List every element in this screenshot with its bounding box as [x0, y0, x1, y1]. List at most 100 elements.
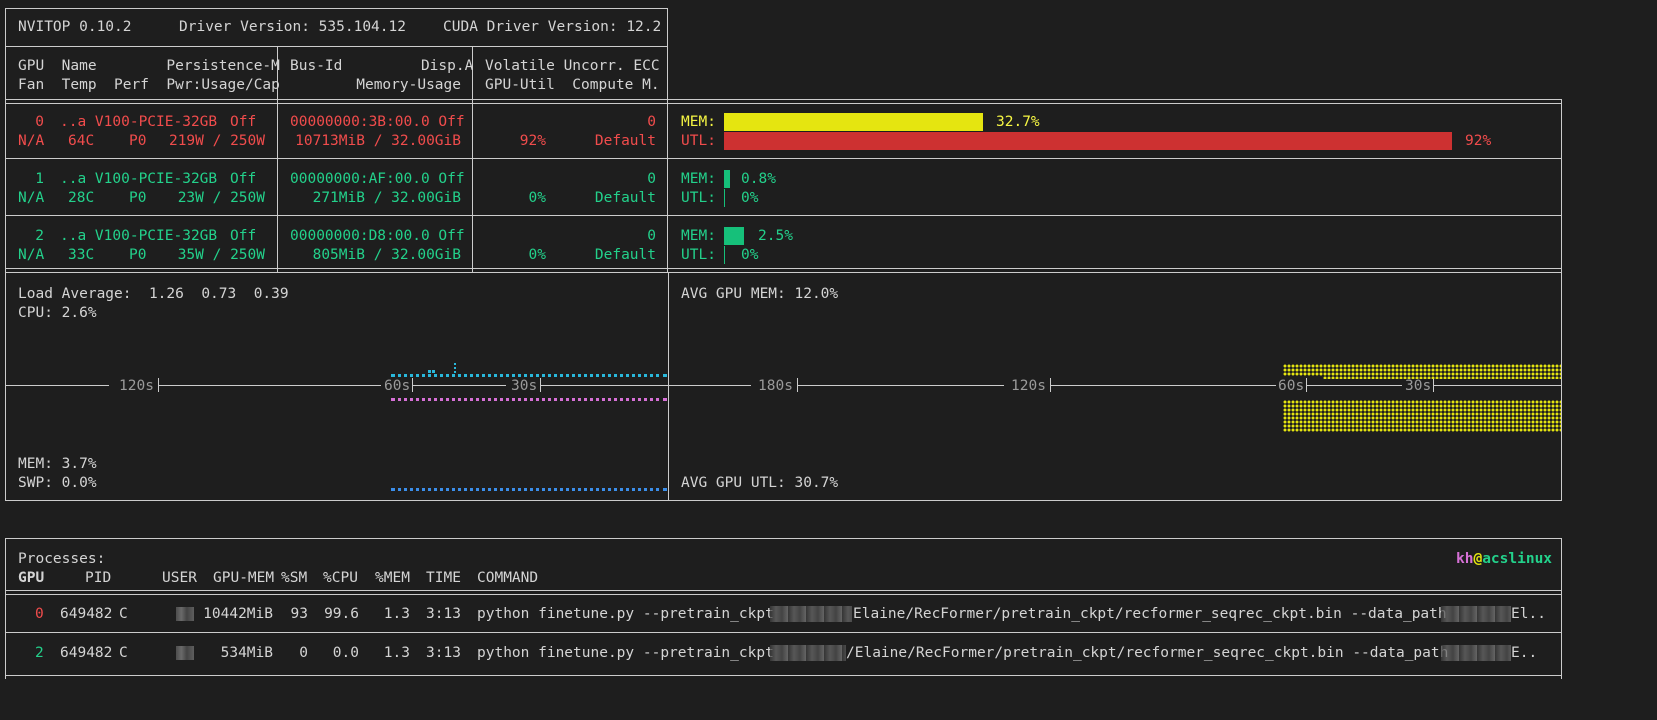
user-host: kh@acslinux: [1456, 549, 1552, 569]
gpu-memory-usage: 10713MiB / 32.00GiB: [295, 133, 461, 149]
avg-gpu-utl: AVG GPU UTL: 30.7%: [681, 475, 839, 491]
gpu-name: ..a V100-PCIE-32GB: [60, 114, 218, 130]
proc-gpu: 0: [35, 606, 44, 622]
proc-command-args: /Elaine/RecFormer/pretrain_ckpt/recforme…: [846, 645, 1449, 661]
host-mem-percent: MEM: 3.7%: [18, 456, 97, 472]
proc-pid: 649482: [60, 606, 113, 622]
gpu-tick-60s: 60s: [1278, 378, 1305, 394]
gpu-ecc: 0: [647, 114, 656, 130]
mem-history-line: [391, 398, 667, 401]
gpu-axis: [669, 385, 751, 386]
proc-bottom-border: [5, 675, 1562, 676]
gpu-compute-mode: Default: [594, 190, 656, 206]
gpu-utl-history: [1283, 400, 1561, 432]
axis-tick: [158, 378, 159, 392]
mem-bar-label: MEM:: [681, 228, 716, 244]
load-average: Load Average: 1.26 0.73 0.39: [18, 286, 289, 302]
proc-header-divider: [5, 590, 1562, 595]
host-tick-120s: 120s: [119, 378, 154, 394]
gpu-axis: [1307, 385, 1402, 386]
redacted-user: [176, 646, 194, 660]
cuda-version: CUDA Driver Version: 12.2: [443, 19, 662, 35]
proc-right-border: [1561, 538, 1562, 679]
cpu-percent: CPU: 2.6%: [18, 305, 97, 321]
mem-bar-label: MEM:: [681, 171, 716, 187]
user-name: kh: [1456, 551, 1474, 567]
redacted-path: [1441, 645, 1511, 661]
gpu-axis: [1051, 385, 1276, 386]
proc-command-tail: E..: [1511, 645, 1538, 661]
proc-header-gpu: GPU: [18, 570, 45, 586]
host-tick-30s: 30s: [511, 378, 538, 394]
gpu-id: 0: [35, 114, 44, 130]
gpu-id: 1: [35, 171, 44, 187]
gpu-compute-mode: Default: [594, 133, 656, 149]
left-border: [5, 8, 6, 272]
gpu-persistence: Off: [230, 171, 257, 187]
driver-version: Driver Version: 535.104.12: [179, 19, 406, 35]
utl-bar: [724, 132, 1452, 150]
col-header-bus: Bus-Id Disp.A: [290, 58, 474, 74]
proc-mem: 1.3: [383, 645, 410, 661]
host-axis: [541, 385, 668, 386]
host-name: acslinux: [1482, 551, 1553, 567]
right-border: [1561, 99, 1562, 272]
gpu-perf: P0: [129, 247, 147, 263]
utl-bar: [724, 189, 725, 207]
gpu-perf: P0: [129, 133, 147, 149]
col-header-fan: Fan Temp Perf Pwr:Usage/Cap: [18, 77, 280, 93]
columns-divider: [5, 99, 1562, 104]
proc-header-user: USER: [162, 570, 197, 586]
mem-bar-percent: 0.8%: [741, 171, 776, 187]
mem-bar: [724, 170, 730, 188]
proc-gpu: 2: [35, 645, 44, 661]
gpu-id: 2: [35, 228, 44, 244]
processes-title: Processes:: [18, 551, 106, 567]
cpu-history-spike: [428, 370, 432, 373]
utl-bar-percent: 0%: [741, 190, 759, 206]
cpu-history-spike: [454, 361, 456, 373]
gpu-tick-120s: 120s: [1011, 378, 1046, 394]
gpu-tick-180s: 180s: [758, 378, 793, 394]
gpu-bus-id: 00000000:AF:00.0 Off: [290, 171, 465, 187]
gpu-power: 23W / 250W: [177, 190, 265, 206]
host-axis: [5, 385, 109, 386]
mem-bar-percent: 2.5%: [758, 228, 793, 244]
proc-pid: 649482: [60, 645, 113, 661]
gpu-temp: 28C: [68, 190, 95, 206]
proc-mem: 1.3: [383, 606, 410, 622]
gpu-util: 92%: [519, 133, 546, 149]
proc-command-tail: El..: [1511, 606, 1546, 622]
gpu-util: 0%: [528, 190, 546, 206]
gpu-fan: N/A: [18, 247, 45, 263]
gpu-fan: N/A: [18, 190, 45, 206]
header-right-border: [667, 8, 668, 272]
proc-type: C: [119, 606, 128, 622]
history-right-border: [1561, 272, 1562, 501]
proc-header-mem: %MEM: [375, 570, 410, 586]
gpu-bus-id: 00000000:3B:00.0 Off: [290, 114, 465, 130]
proc-gpu-mem: 10442MiB: [203, 606, 273, 622]
col-header-memory: Memory-Usage: [356, 77, 461, 93]
proc-sm: 93: [290, 606, 308, 622]
proc-time: 3:13: [426, 645, 461, 661]
utl-bar-percent: 92%: [1465, 133, 1492, 149]
swap-percent: SWP: 0.0%: [18, 475, 97, 491]
proc-top-border: [5, 538, 1562, 539]
col-header-gpu: GPU Name Persistence-M: [18, 58, 280, 74]
gpu-ecc: 0: [647, 171, 656, 187]
redacted-path: [770, 645, 846, 661]
row-divider-0: [5, 158, 1562, 159]
top-border: [5, 8, 668, 9]
gpu-power: 35W / 250W: [177, 247, 265, 263]
proc-header-command: COMMAND: [477, 570, 539, 586]
redacted-path: [770, 606, 852, 622]
avg-gpu-mem: AVG GPU MEM: 12.0%: [681, 286, 839, 302]
history-left-border: [5, 272, 6, 501]
header-divider: [5, 46, 668, 47]
proc-header-time: TIME: [426, 570, 461, 586]
history-bottom-border: [5, 500, 1562, 501]
gpu-util: 0%: [528, 247, 546, 263]
mem-bar-label: MEM:: [681, 114, 716, 130]
gpu-power: 219W / 250W: [168, 133, 265, 149]
